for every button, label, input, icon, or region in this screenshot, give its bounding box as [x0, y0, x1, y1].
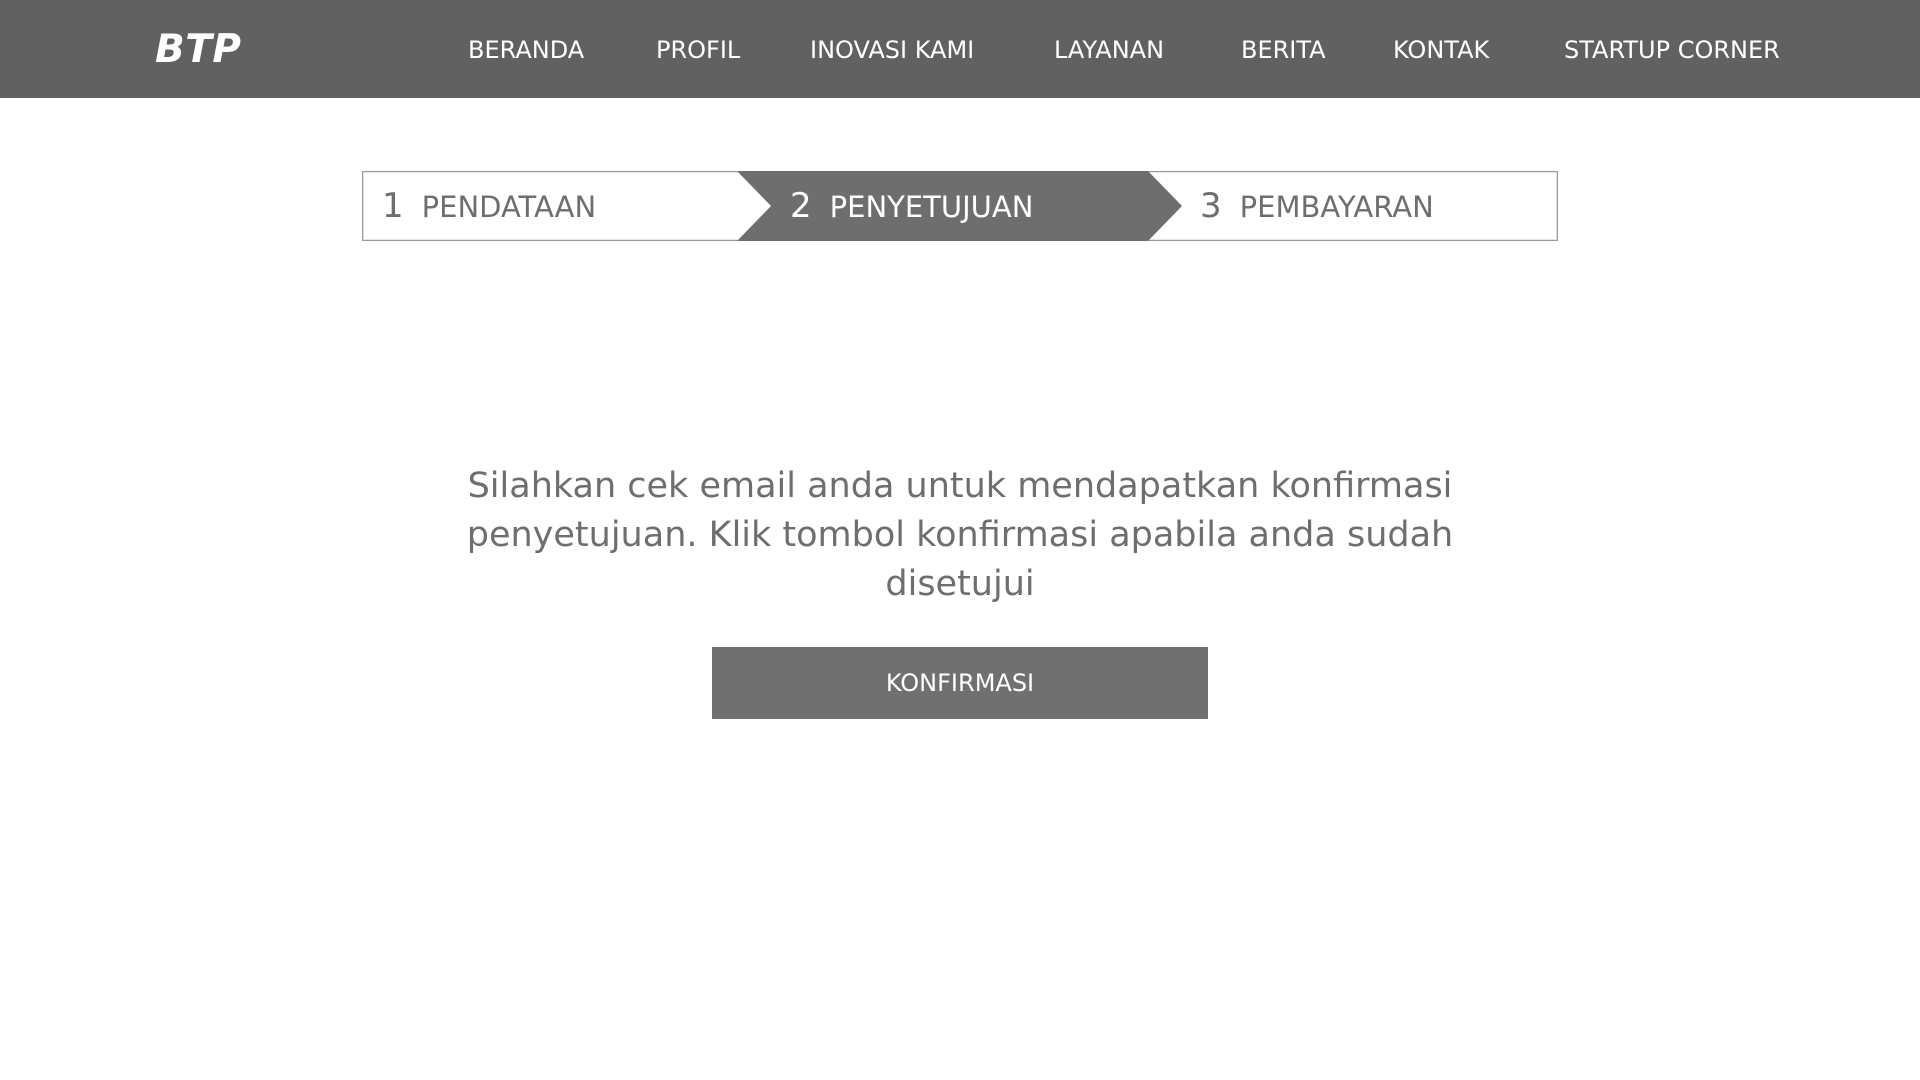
step-pembayaran[interactable]: 3 PEMBAYARAN [1200, 171, 1434, 241]
step-label: PENDATAAN [421, 190, 597, 224]
step-penyetujuan[interactable]: 2 PENYETUJUAN [790, 171, 1033, 241]
top-navbar: BTP BERANDA PROFIL INOVASI KAMI LAYANAN … [0, 0, 1920, 98]
step-number: 3 [1200, 186, 1222, 226]
progress-stepper: 1 PENDATAAN 2 PENYETUJUAN 3 PEMBAYARAN [362, 171, 1558, 241]
nav-item-kontak[interactable]: KONTAK [1393, 0, 1489, 98]
step-number: 1 [382, 186, 404, 226]
nav-item-layanan[interactable]: LAYANAN [1054, 0, 1164, 98]
step-number: 2 [790, 186, 812, 226]
nav-item-startup-corner[interactable]: STARTUP CORNER [1564, 0, 1780, 98]
nav-item-inovasi-kami[interactable]: INOVASI KAMI [810, 0, 974, 98]
step-label: PEMBAYARAN [1239, 190, 1434, 224]
confirm-button[interactable]: KONFIRMASI [712, 647, 1208, 719]
step-pendataan[interactable]: 1 PENDATAAN [382, 171, 596, 241]
nav-item-beranda[interactable]: BERANDA [468, 0, 584, 98]
nav-item-berita[interactable]: BERITA [1241, 0, 1326, 98]
confirmation-message: Silahkan cek email anda untuk mendapatka… [466, 466, 1454, 604]
nav-item-profil[interactable]: PROFIL [656, 0, 740, 98]
logo[interactable]: BTP [155, 0, 241, 98]
step-label: PENYETUJUAN [829, 190, 1034, 224]
